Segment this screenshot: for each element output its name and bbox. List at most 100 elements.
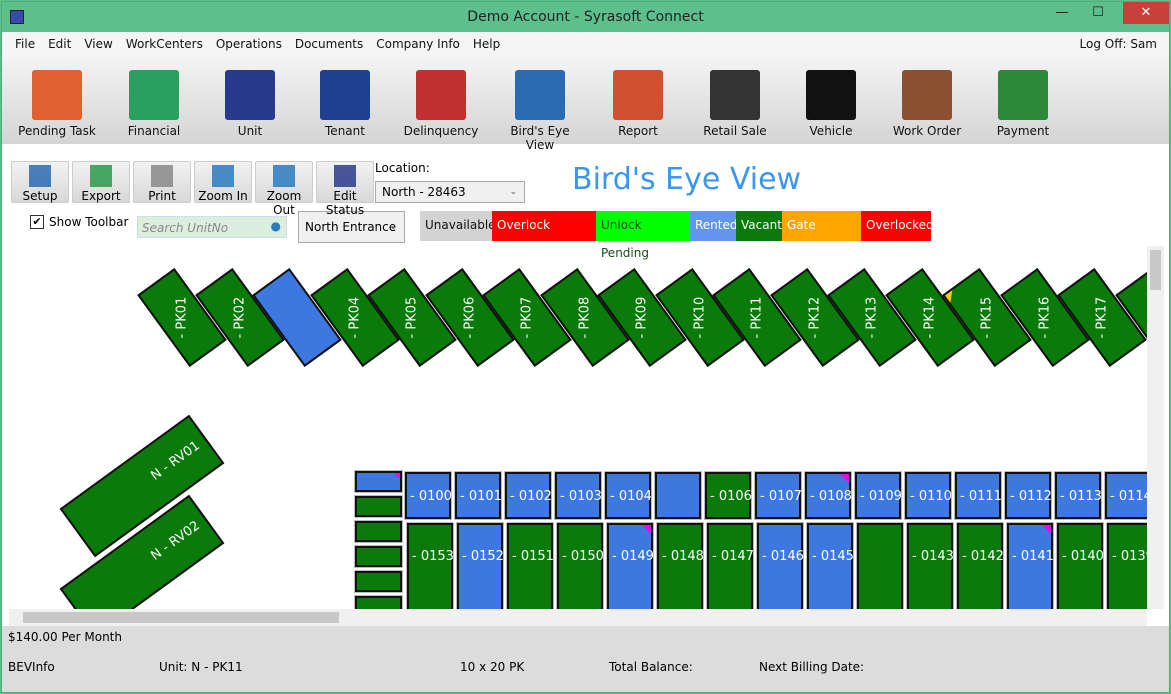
storage-unit[interactable]: - 0139 (1106, 522, 1147, 609)
parking-label: - PK01 (174, 296, 190, 339)
setup-button[interactable]: Setup (11, 161, 69, 203)
menu-operations[interactable]: Operations (216, 37, 282, 51)
bev-info: BEVInfo (8, 660, 55, 674)
side-unit[interactable] (354, 545, 403, 568)
menu-help[interactable]: Help (473, 37, 500, 51)
ribbon-tenant-button[interactable]: Tenant (300, 64, 390, 138)
edit-status-button[interactable]: Edit Status (316, 161, 374, 217)
storage-unit[interactable]: - 0114 (1104, 471, 1147, 520)
toolbar-button-label: Print (148, 189, 176, 203)
location-select[interactable]: North - 28463 ⌄ (375, 181, 525, 203)
menu-workcenters[interactable]: WorkCenters (126, 37, 203, 51)
side-unit[interactable] (354, 520, 403, 543)
parking-label: - PK15 (979, 296, 995, 339)
ribbon-label: Pending Task (18, 124, 96, 138)
storage-unit[interactable]: - 0149 (606, 522, 654, 609)
unit-label: - 0146 (762, 549, 804, 564)
menu-view[interactable]: View (84, 37, 112, 51)
export-icon (90, 165, 112, 187)
side-unit[interactable] (354, 570, 403, 593)
storage-unit[interactable]: - 0141 (1006, 522, 1054, 609)
export-button[interactable]: Export (72, 161, 130, 203)
legend-vacant: Vacant (736, 211, 782, 241)
storage-unit[interactable]: - 0142 (956, 522, 1004, 609)
ribbon-unit-button[interactable]: Unit (205, 64, 295, 138)
storage-unit[interactable]: - 0146 (756, 522, 804, 609)
storage-unit[interactable]: - 0147 (706, 522, 754, 609)
storage-unit[interactable] (856, 522, 904, 609)
ribbon-financial-button[interactable]: Financial (109, 64, 199, 138)
ribbon-work-order-button[interactable]: Work Order (882, 64, 972, 138)
ribbon-payment-button[interactable]: Payment (978, 64, 1068, 138)
parking-label: - PK06 (461, 296, 477, 339)
storage-unit[interactable]: - 0111 (954, 471, 1002, 520)
storage-unit[interactable]: - 0151 (506, 522, 554, 609)
unit-info: Unit: N - PK11 (159, 660, 243, 674)
ribbon-label: Vehicle (809, 124, 853, 138)
legend-overlock-pending: Overlock Pending (492, 211, 596, 260)
horizontal-scroll-thumb[interactable] (23, 612, 339, 623)
storage-unit[interactable]: - 0113 (1054, 471, 1102, 520)
unit-label: - 0102 (510, 489, 552, 504)
menu-documents[interactable]: Documents (295, 37, 363, 51)
storage-unit[interactable]: - 0102 (504, 471, 552, 520)
storage-unit[interactable]: - 0104 (604, 471, 652, 520)
maximize-button[interactable]: ☐ (1083, 2, 1113, 24)
show-toolbar-checkbox[interactable]: ✔ (30, 215, 44, 229)
unit-label: - 0111 (960, 489, 1002, 504)
zoom-in-button[interactable]: Zoom In (194, 161, 252, 203)
side-unit[interactable] (354, 470, 403, 493)
vertical-scroll-thumb[interactable] (1150, 250, 1161, 290)
total-balance: Total Balance: (609, 660, 693, 674)
menu-bar: File Edit View WorkCenters Operations Documen… (2, 32, 1169, 56)
ribbon-delinquency-button[interactable]: Delinquency (396, 64, 486, 138)
parking-label: - PK04 (346, 296, 362, 339)
storage-unit[interactable] (654, 471, 702, 520)
menu-company-info[interactable]: Company Info (376, 37, 460, 51)
chevron-down-icon: ⌄ (509, 187, 517, 197)
zoom-out-icon (273, 165, 295, 187)
minimize-button[interactable]: — (1047, 2, 1077, 24)
storage-unit[interactable]: - 0101 (454, 471, 502, 520)
close-button[interactable]: ✕ (1123, 2, 1169, 24)
birds-eye-canvas[interactable]: - PK01 - PK02 - PK04 - PK05 - PK06 - PK07 - PK… (9, 246, 1147, 609)
side-unit[interactable] (354, 495, 403, 518)
unit-label: - 0143 (912, 549, 954, 564)
search-unit-input[interactable]: Search UnitNo ● (137, 216, 287, 238)
parking-label: - PK08 (576, 296, 592, 339)
unit-icon (225, 70, 275, 120)
storage-unit[interactable]: - 0106 (704, 471, 752, 520)
storage-unit[interactable]: - 0148 (656, 522, 704, 609)
storage-unit[interactable]: - 0143 (906, 522, 954, 609)
log-off-link[interactable]: Log Off: Sam (1080, 32, 1157, 56)
ribbon-bird-s-eye-view-button[interactable]: Bird's Eye View (495, 64, 585, 152)
storage-unit[interactable]: - 0112 (1004, 471, 1052, 520)
horizontal-scrollbar[interactable] (9, 609, 1147, 626)
ribbon-pending-task-button[interactable]: Pending Task (12, 64, 102, 138)
storage-unit[interactable]: - 0100 (404, 471, 452, 520)
menu-file[interactable]: File (15, 37, 35, 51)
vertical-scrollbar[interactable] (1147, 246, 1164, 609)
storage-unit[interactable]: - 0108 (804, 471, 852, 520)
ribbon-report-button[interactable]: Report (593, 64, 683, 138)
menu-edit[interactable]: Edit (48, 37, 71, 51)
page-title: Bird's Eye View (572, 162, 802, 197)
storage-unit[interactable]: - 0109 (854, 471, 902, 520)
print-button[interactable]: Print (133, 161, 191, 203)
storage-unit[interactable]: - 0107 (754, 471, 802, 520)
storage-unit[interactable]: - 0110 (904, 471, 952, 520)
toolbar-button-label: Zoom Out (266, 189, 302, 217)
storage-unit[interactable]: - 0153 (406, 522, 454, 609)
storage-unit[interactable]: - 0145 (806, 522, 854, 609)
ribbon-label: Work Order (892, 124, 962, 138)
storage-unit[interactable]: - 0103 (554, 471, 602, 520)
storage-unit[interactable]: - 0150 (556, 522, 604, 609)
side-unit[interactable] (354, 595, 403, 609)
unit-label: - 0142 (962, 549, 1004, 564)
ribbon-retail-sale-button[interactable]: Retail Sale (690, 64, 780, 138)
zoom-out-button[interactable]: Zoom Out (255, 161, 313, 217)
parking-label: - PK09 (634, 296, 650, 339)
storage-unit[interactable]: - 0152 (456, 522, 504, 609)
storage-unit[interactable]: - 0140 (1056, 522, 1104, 609)
ribbon-vehicle-button[interactable]: Vehicle (786, 64, 876, 138)
